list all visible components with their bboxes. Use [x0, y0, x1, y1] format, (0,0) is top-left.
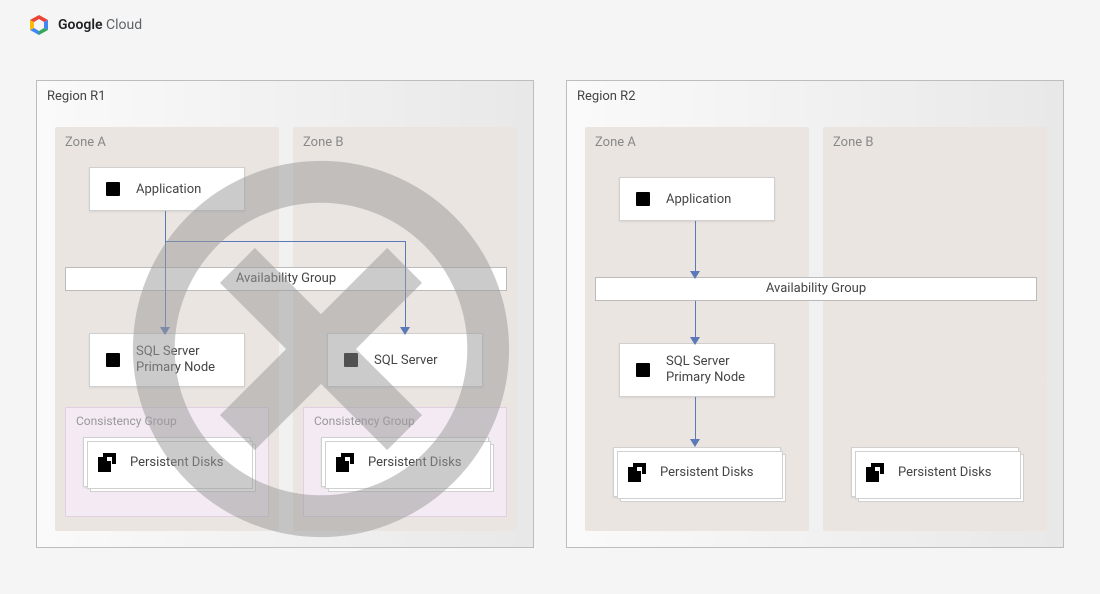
compute-icon — [630, 357, 656, 383]
region-r1: Region R1 Zone A Zone B Application Avai… — [36, 80, 534, 548]
arrow-line — [695, 301, 696, 341]
arrow-line — [695, 397, 696, 443]
r2-sql-primary-card: SQL Server Primary Node — [619, 343, 775, 397]
r2-disks-a: Persistent Disks — [613, 447, 781, 497]
persistent-disk-icon — [94, 449, 120, 475]
compute-icon — [630, 186, 656, 212]
arrow-head-icon — [690, 271, 700, 279]
arrow-head-icon — [690, 337, 700, 345]
region-r2: Region R2 Zone A Zone B Application Avai… — [566, 80, 1064, 548]
arrow-line — [695, 221, 696, 275]
r2-sql-primary-label: SQL Server Primary Node — [666, 354, 764, 387]
r2-zone-b-title: Zone B — [833, 135, 873, 150]
r2-disks-b-label: Persistent Disks — [898, 465, 992, 480]
arrow-head-icon — [690, 439, 700, 447]
r2-disks-b: Persistent Disks — [851, 447, 1019, 497]
r2-application-card: Application — [619, 177, 775, 221]
r1-zone-b-title: Zone B — [303, 135, 343, 150]
region-r2-title: Region R2 — [577, 89, 636, 104]
header: Google Cloud — [28, 14, 142, 36]
r2-disks-a-label: Persistent Disks — [660, 465, 754, 480]
r1-zone-a-title: Zone A — [65, 135, 106, 150]
persistent-disk-icon — [862, 459, 888, 485]
google-cloud-logo-icon — [28, 14, 50, 36]
r2-ag-label: Availability Group — [766, 281, 866, 296]
r2-availability-group: Availability Group — [595, 277, 1037, 301]
failure-overlay-icon — [131, 159, 511, 539]
r2-zone-a-title: Zone A — [595, 135, 636, 150]
brand-label: Google Cloud — [58, 17, 142, 33]
compute-icon — [100, 176, 126, 202]
region-r1-title: Region R1 — [47, 89, 106, 104]
persistent-disk-icon — [624, 459, 650, 485]
compute-icon — [100, 347, 126, 373]
r2-application-label: Application — [666, 192, 731, 207]
